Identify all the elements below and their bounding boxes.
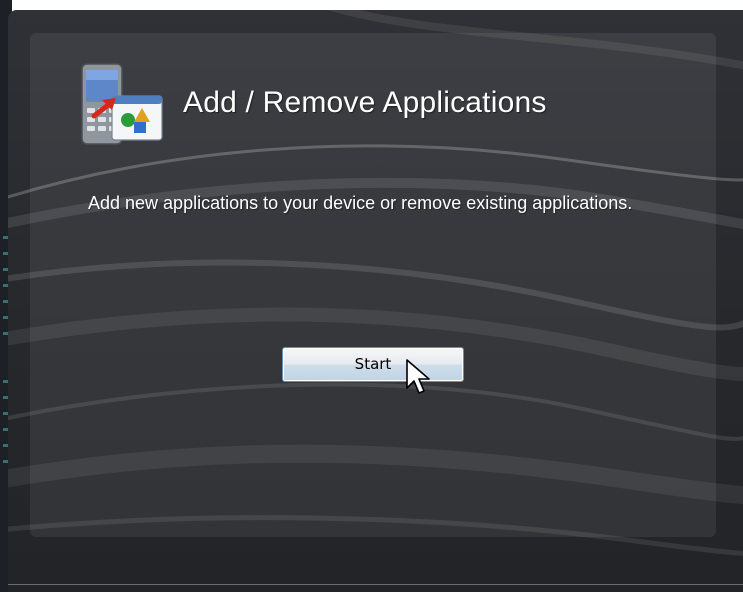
screen: Add / Remove Applications Add new applic… [0, 0, 743, 592]
mouse-pointer-icon [406, 359, 430, 394]
description-text: Add new applications to your device or r… [88, 193, 633, 213]
bottom-divider [8, 584, 743, 585]
start-button[interactable]: Start [282, 347, 464, 382]
device-applications-icon [81, 63, 163, 145]
page-title: Add / Remove Applications [183, 86, 547, 119]
